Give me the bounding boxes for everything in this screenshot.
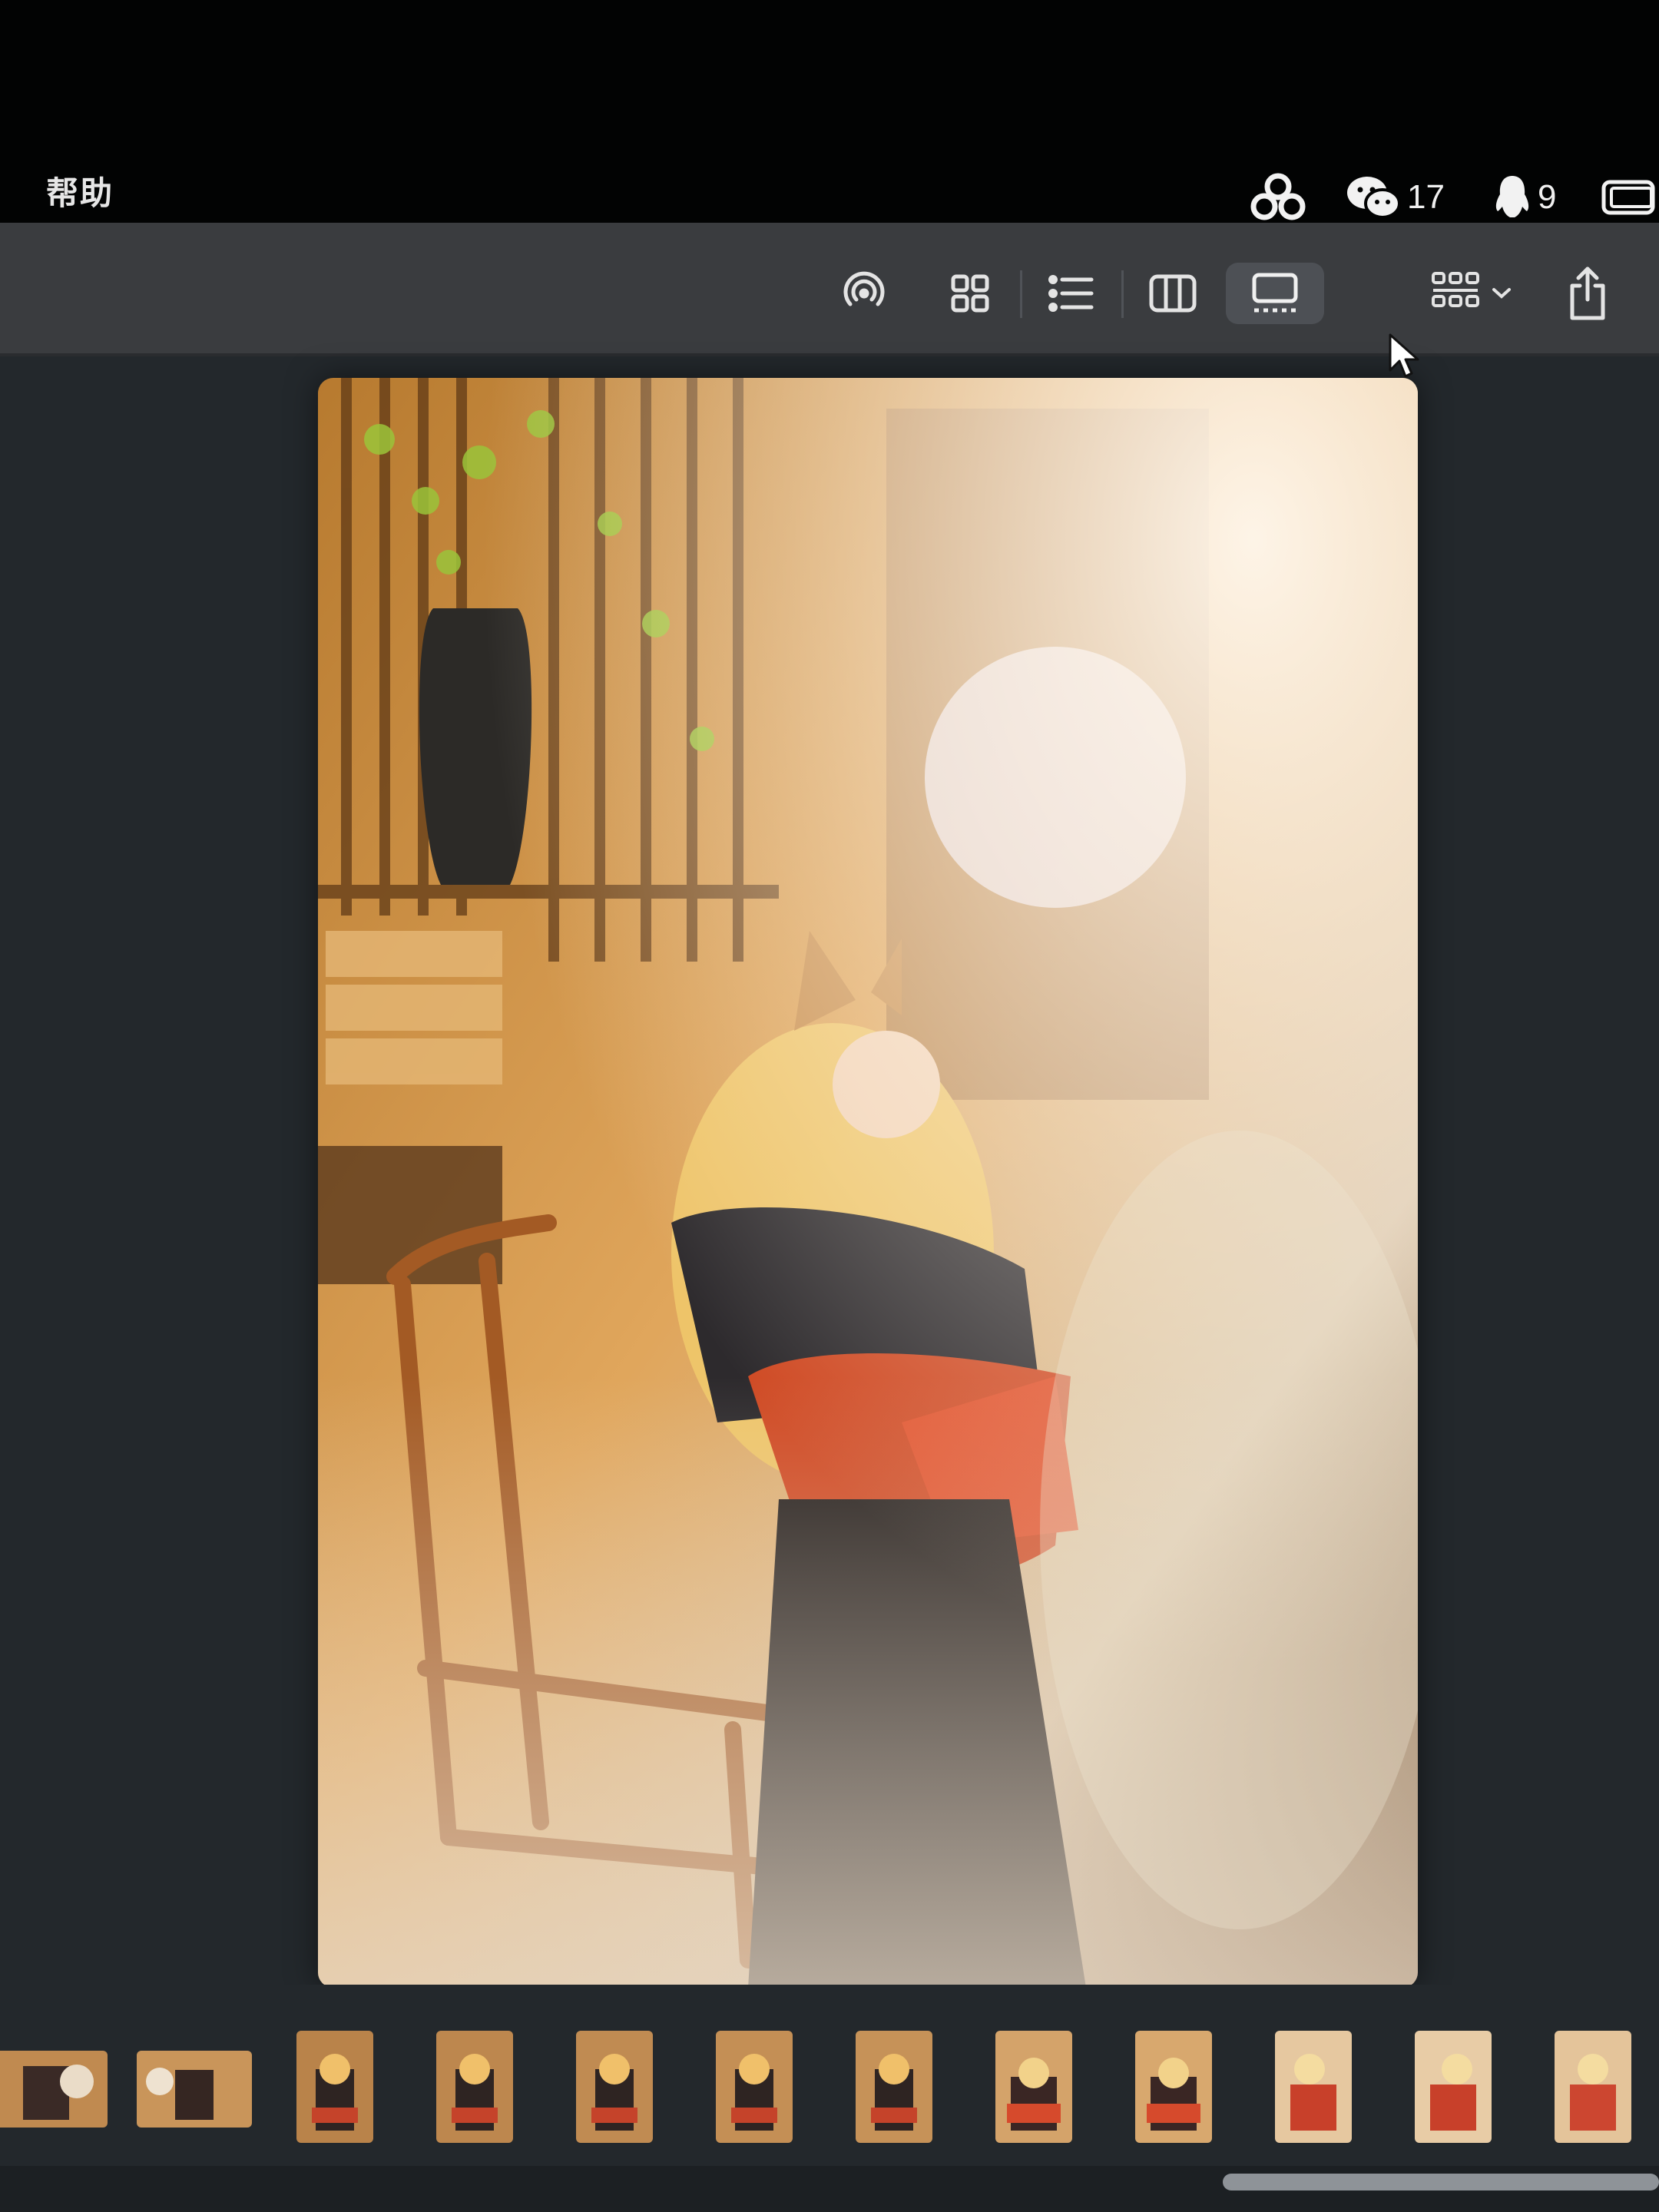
filmstrip-thumbnail[interactable] xyxy=(1275,2031,1352,2143)
share-button[interactable] xyxy=(1545,263,1630,324)
filmstrip-thumbnail[interactable] xyxy=(576,2031,653,2143)
filmstrip xyxy=(0,1985,1659,2184)
filmstrip-thumbnail[interactable] xyxy=(995,2031,1072,2143)
screen-mirror-icon xyxy=(1601,180,1655,215)
share-icon xyxy=(1570,267,1605,320)
filmstrip-thumbnail[interactable] xyxy=(1555,2031,1631,2143)
list-view-icon xyxy=(1048,275,1094,312)
toolbar-separator xyxy=(1020,270,1022,318)
filmstrip-scrollbar-thumb[interactable] xyxy=(1223,2174,1659,2190)
filmstrip-thumbnail[interactable] xyxy=(137,2051,252,2128)
filmstrip-thumbnail[interactable] xyxy=(296,2031,373,2143)
wechat-icon xyxy=(1347,177,1401,219)
filmstrip-thumbnail[interactable] xyxy=(436,2031,513,2143)
airdrop-button[interactable] xyxy=(822,263,906,324)
filmstrip-thumbnail[interactable] xyxy=(1415,2031,1492,2143)
chevron-down-icon xyxy=(1492,288,1511,299)
screen-mirror-status[interactable] xyxy=(1601,171,1656,224)
wechat-status[interactable]: 17 xyxy=(1346,171,1445,224)
column-view-button[interactable] xyxy=(1131,263,1215,324)
qq-status[interactable]: 9 xyxy=(1493,171,1556,224)
filmstrip-thumbnail[interactable] xyxy=(856,2031,932,2143)
filmstrip-thumbnail[interactable] xyxy=(716,2031,793,2143)
mouse-cursor-icon xyxy=(1389,333,1419,378)
menu-bar: 帮助 17 9 xyxy=(0,0,1659,223)
filmstrip-thumbnail[interactable] xyxy=(0,2051,108,2128)
list-view-button[interactable] xyxy=(1029,263,1114,324)
group-by-button[interactable] xyxy=(1418,263,1525,324)
group-by-icon xyxy=(1432,272,1479,307)
gallery-view-button[interactable] xyxy=(1226,263,1324,324)
column-view-icon xyxy=(1149,274,1197,313)
airdrop-icon xyxy=(843,271,885,306)
filmstrip-thumbnail[interactable] xyxy=(1135,2031,1212,2143)
icon-view-button[interactable] xyxy=(928,263,1012,324)
qq-unread-count: 9 xyxy=(1538,178,1557,216)
icon-view-icon xyxy=(951,274,989,313)
qq-penguin-icon xyxy=(1495,176,1529,217)
photo-illustration xyxy=(318,378,1418,1988)
cloud-sync-icon xyxy=(1250,173,1306,220)
cloud-sync-status[interactable] xyxy=(1250,171,1306,224)
photo-preview[interactable] xyxy=(318,378,1418,1988)
toolbar-separator xyxy=(1121,270,1124,318)
wechat-unread-count: 17 xyxy=(1407,178,1445,216)
gallery-view-icon xyxy=(1252,273,1298,313)
menu-help[interactable]: 帮助 xyxy=(46,167,114,214)
